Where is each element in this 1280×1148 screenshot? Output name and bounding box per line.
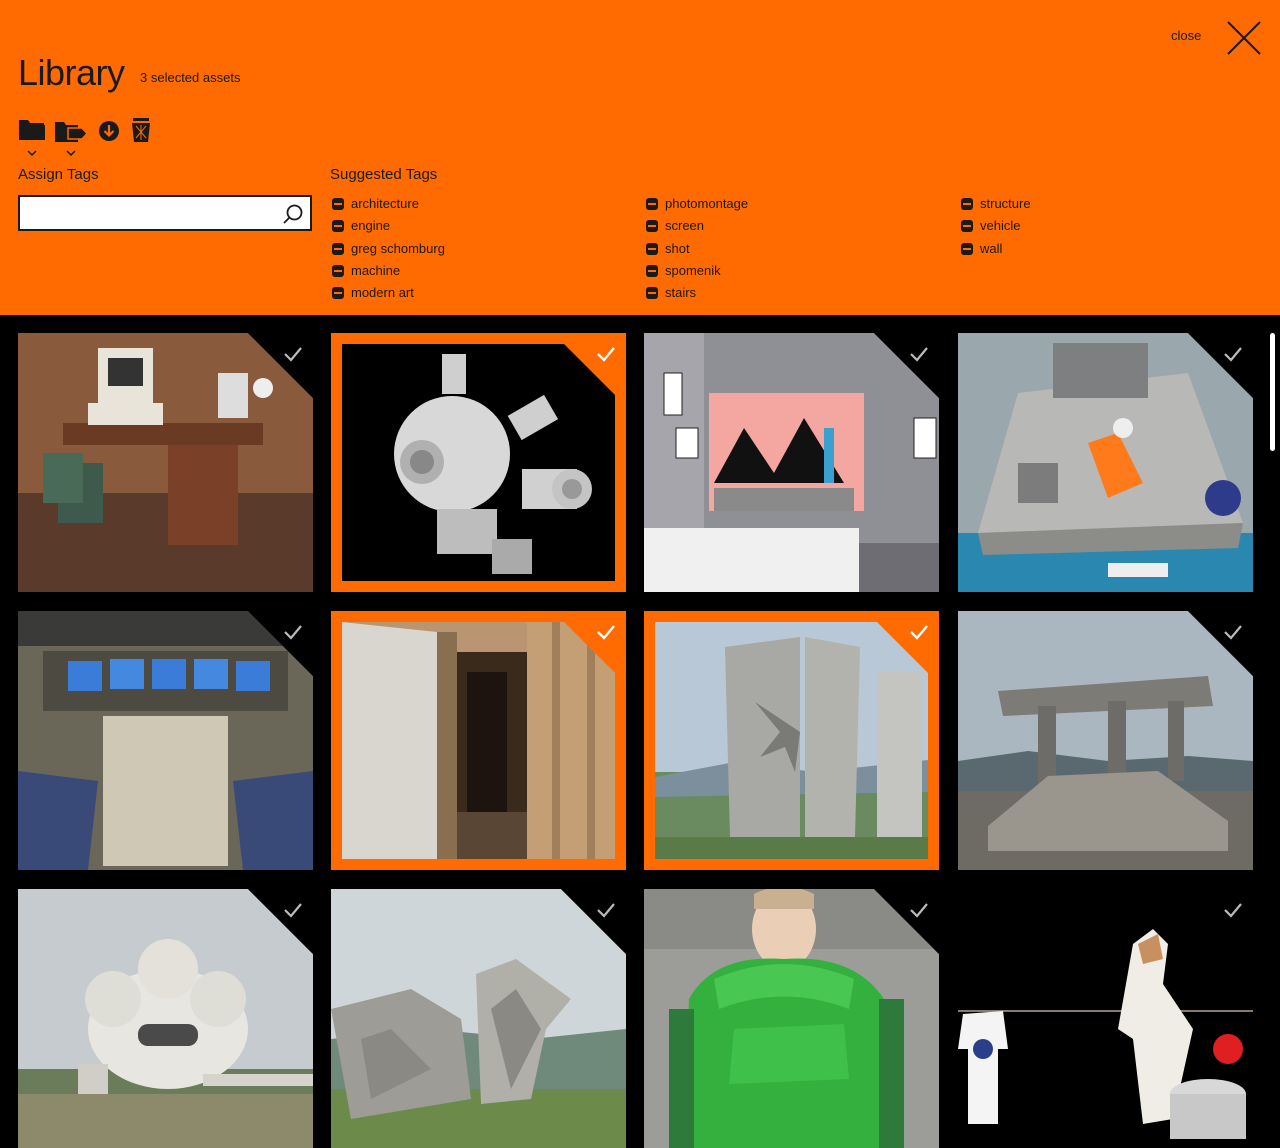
asset-tile[interactable] [18, 333, 313, 592]
asset-tile-selected[interactable] [331, 611, 626, 870]
tag-label: machine [351, 262, 401, 278]
search-icon[interactable] [282, 203, 304, 225]
remove-tag-icon [646, 242, 658, 255]
remove-tag-icon [646, 287, 658, 300]
tile-corner [248, 611, 313, 676]
remove-tag-icon [961, 198, 973, 210]
suggested-tag[interactable]: machine [332, 263, 445, 285]
download-icon [99, 121, 119, 141]
check-icon[interactable] [596, 623, 616, 641]
tag-label: stairs [665, 285, 697, 301]
asset-tile-selected[interactable] [331, 333, 626, 592]
folder-icon [19, 120, 45, 157]
tile-corner [1188, 889, 1253, 954]
suggested-tag[interactable]: vehicle [961, 218, 1031, 240]
check-icon[interactable] [283, 623, 303, 641]
scrollbar-thumb[interactable] [1270, 333, 1275, 451]
check-icon[interactable] [909, 623, 929, 641]
asset-tile[interactable] [958, 889, 1253, 1148]
tag-label: screen [665, 218, 705, 234]
suggested-tag[interactable]: architecture [332, 196, 445, 218]
assign-tags-field [18, 195, 312, 231]
assign-tags-label: Assign Tags [18, 166, 99, 183]
tile-corner [248, 333, 313, 398]
remove-tag-icon [332, 287, 344, 300]
tag-folder-icon [55, 122, 89, 157]
tile-corner [874, 333, 939, 398]
tile-corner [874, 611, 939, 676]
remove-tag-icon [961, 220, 973, 233]
asset-tile[interactable] [958, 611, 1253, 870]
tag-label: engine [351, 218, 391, 234]
remove-tag-icon [332, 242, 344, 255]
tile-corner [1188, 333, 1253, 398]
suggested-tag[interactable]: modern art [332, 285, 445, 307]
library-header: Library 3 selected assets close Assign T… [0, 0, 1280, 315]
suggested-tag[interactable]: stairs [646, 285, 748, 307]
check-icon[interactable] [1223, 623, 1243, 641]
asset-tile[interactable] [644, 333, 939, 592]
suggested-tag[interactable]: spomenik [646, 263, 748, 285]
suggested-tags-column-2: photomontage screen shot spomenik stairs [646, 196, 748, 307]
close-icon[interactable] [1226, 20, 1262, 56]
asset-tile[interactable] [18, 611, 313, 870]
asset-grid [0, 315, 1280, 1139]
asset-tile[interactable] [644, 889, 939, 1148]
check-icon[interactable] [909, 345, 929, 363]
check-icon[interactable] [1223, 345, 1243, 363]
tag-folder-button[interactable] [54, 116, 89, 163]
remove-tag-icon [332, 264, 344, 277]
move-to-folder-button[interactable] [18, 116, 46, 163]
remove-tag-icon [646, 198, 658, 210]
tile-corner [561, 611, 626, 676]
asset-tile[interactable] [958, 333, 1253, 592]
tag-label: spomenik [665, 262, 721, 278]
tag-label: greg schomburg [351, 240, 445, 256]
tile-corner [248, 889, 313, 954]
trash-icon [132, 118, 150, 142]
close-label[interactable]: close [1171, 28, 1201, 43]
remove-tag-icon [332, 220, 344, 233]
suggested-tag[interactable]: screen [646, 218, 748, 240]
remove-tag-icon [646, 264, 658, 277]
tag-label: modern art [351, 285, 414, 301]
suggested-tag[interactable]: greg schomburg [332, 241, 445, 263]
suggested-tag[interactable]: shot [646, 241, 748, 263]
tag-label: structure [980, 196, 1031, 211]
check-icon[interactable] [596, 345, 616, 363]
check-icon[interactable] [283, 901, 303, 919]
selection-count: 3 selected assets [140, 70, 241, 85]
download-button[interactable] [98, 116, 122, 151]
asset-tile-selected[interactable] [644, 611, 939, 870]
suggested-tag[interactable]: structure [961, 196, 1031, 218]
tile-corner [1188, 611, 1253, 676]
page-title: Library [18, 52, 125, 93]
tag-label: architecture [351, 196, 419, 211]
check-icon[interactable] [596, 901, 616, 919]
tile-corner [561, 333, 626, 398]
delete-button[interactable] [130, 116, 154, 151]
suggested-tags-label: Suggested Tags [330, 166, 438, 183]
suggested-tags-column-1: architecture engine greg schomburg machi… [332, 196, 445, 307]
tile-corner [874, 889, 939, 954]
tag-label: wall [980, 240, 1003, 256]
asset-tile[interactable] [18, 889, 313, 1148]
tag-label: shot [665, 240, 690, 256]
tile-corner [561, 889, 626, 954]
suggested-tag[interactable]: engine [332, 218, 445, 240]
tag-search-input[interactable] [26, 201, 280, 227]
suggested-tag[interactable]: photomontage [646, 196, 748, 218]
remove-tag-icon [646, 220, 658, 233]
suggested-tags-column-3: structure vehicle wall [961, 196, 1031, 263]
tag-label: vehicle [980, 218, 1021, 234]
tag-label: photomontage [665, 196, 749, 211]
check-icon[interactable] [283, 345, 303, 363]
asset-tile[interactable] [331, 889, 626, 1148]
remove-tag-icon [332, 198, 344, 210]
check-icon[interactable] [1223, 901, 1243, 919]
check-icon[interactable] [909, 901, 929, 919]
suggested-tag[interactable]: wall [961, 241, 1031, 263]
remove-tag-icon [961, 242, 973, 255]
